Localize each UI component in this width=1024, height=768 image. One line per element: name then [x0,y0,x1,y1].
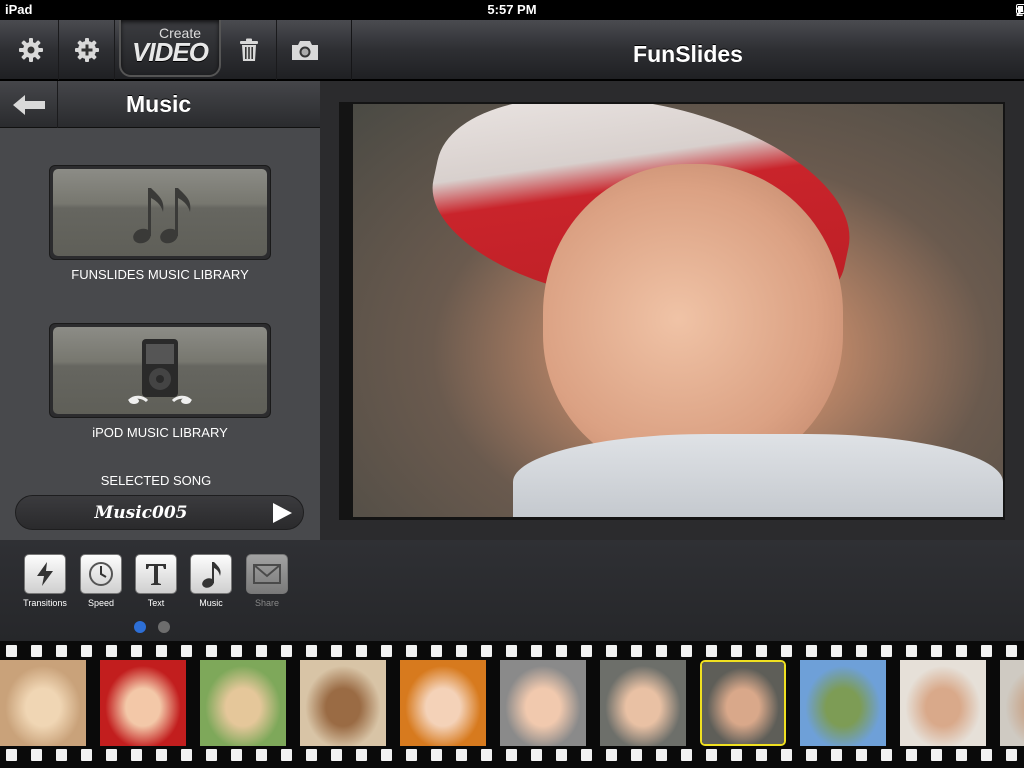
top-toolbar: Create VIDEO FunSlides [0,20,1024,80]
funslides-music-library-button[interactable] [49,165,271,260]
transitions-label: Transitions [23,598,67,608]
create-video-label-big: VIDEO [132,37,209,67]
share-tool: Share [245,554,289,608]
filmstrip-thumbnail[interactable] [600,660,686,746]
delete-button[interactable] [221,20,277,80]
text-t-icon [135,554,177,594]
music-tool[interactable]: Music [189,554,233,608]
selected-song-name: Music005 [94,503,188,523]
tools-strip: Transitions Speed Text Music Share [0,540,1024,641]
filmstrip-thumbnail[interactable] [900,660,986,746]
back-button[interactable] [0,81,58,128]
transitions-tool[interactable]: Transitions [23,554,67,608]
filmstrip-thumbnail[interactable] [200,660,286,746]
battery-icon [1016,4,1024,14]
photo-filmstrip[interactable] [0,641,1024,768]
share-label: Share [254,598,280,608]
speed-tool[interactable]: Speed [79,554,123,608]
music-panel: Music FUNSLIDES MUSIC LIBRARY iPOD MUSIC… [0,81,320,540]
filmstrip-perforations-bottom [0,749,1024,761]
arrow-left-icon [12,94,45,115]
plus-gear-icon [74,38,99,62]
settings-button[interactable] [3,20,59,80]
add-button[interactable] [59,20,115,80]
music-panel-header: Music [0,81,320,128]
preview-photo[interactable] [353,104,1003,517]
filmstrip-thumbnail[interactable] [500,660,586,746]
play-icon[interactable] [271,502,293,524]
music-note-icon [190,554,232,594]
slide-preview [320,81,1024,540]
filmstrip-thumbnail[interactable] [0,660,86,746]
status-bar: iPad 5:57 PM 26 % [0,0,1024,34]
lightning-icon [24,554,66,594]
music-label: Music [199,598,223,608]
text-tool[interactable]: Text [134,554,178,608]
selected-song-bar: Music005 [15,495,304,530]
filmstrip-thumbnail[interactable] [1000,660,1024,746]
selected-song-label: SELECTED SONG [100,473,212,488]
ipod-music-library-button[interactable] [49,323,271,418]
camera-icon [292,41,318,60]
app-title: FunSlides [633,41,743,67]
photo-frame [339,102,1005,520]
music-notes-icon [133,187,191,243]
envelope-icon [246,554,288,594]
filmstrip-thumbnail[interactable] [300,660,386,746]
music-panel-title: Music [126,91,192,117]
page-dot-2[interactable] [158,621,170,633]
page-indicator[interactable] [134,621,170,633]
clock-icon [80,554,122,594]
camera-button[interactable] [277,20,333,80]
clock: 5:57 PM [487,2,537,17]
filmstrip-perforations-top [0,645,1024,657]
funslides-music-library-label: FUNSLIDES MUSIC LIBRARY [71,267,249,282]
page-dot-1[interactable] [134,621,146,633]
filmstrip-thumbnail[interactable] [100,660,186,746]
create-video-button[interactable]: Create VIDEO [119,20,221,77]
ipod-music-library-label: iPOD MUSIC LIBRARY [92,425,228,440]
filmstrip-thumbnail[interactable] [800,660,886,746]
filmstrip-thumbnail[interactable] [400,660,486,746]
ipod-icon [127,338,193,404]
gear-icon [18,38,43,62]
trash-icon [239,38,258,61]
filmstrip-thumbnail[interactable] [700,660,786,746]
